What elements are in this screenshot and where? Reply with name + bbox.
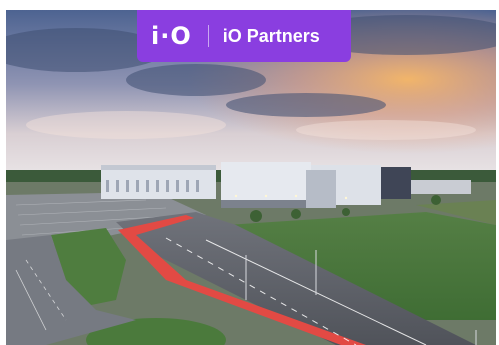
io-partners-badge: i·O iO Partners: [137, 10, 351, 62]
io-logo: i·O: [151, 22, 192, 50]
badge-brand-name: iO Partners: [222, 26, 320, 46]
badge-divider: [207, 25, 209, 47]
photo-frame: i·O iO Partners: [6, 10, 496, 345]
